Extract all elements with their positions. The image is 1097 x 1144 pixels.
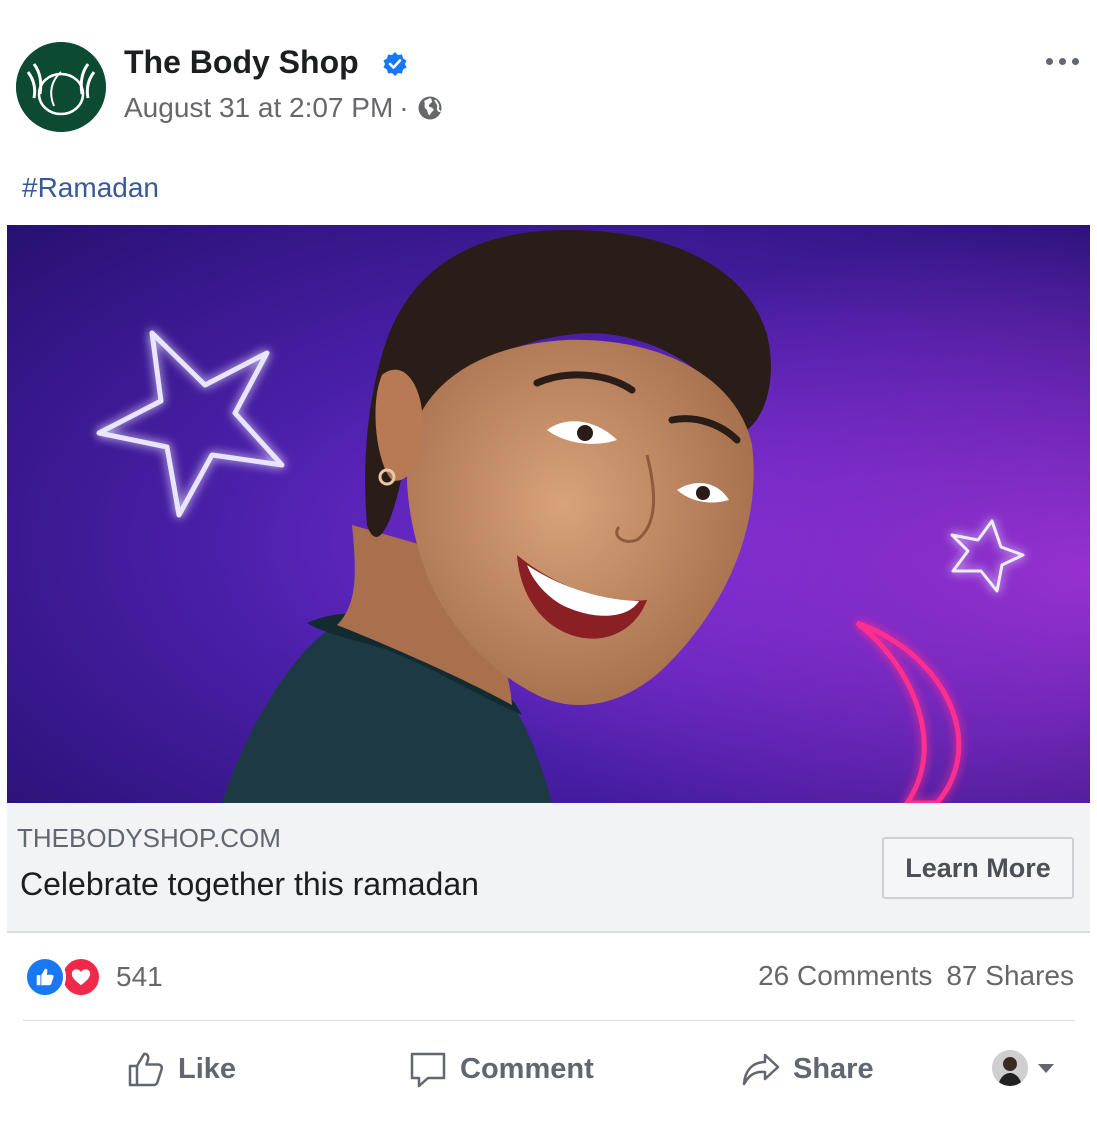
post-as-selector[interactable] [992, 1050, 1054, 1086]
like-label: Like [178, 1052, 237, 1085]
reactions-summary[interactable]: 541 [24, 956, 163, 998]
comment-bubble-icon [410, 1052, 446, 1088]
page-name[interactable]: The Body Shop [124, 44, 359, 81]
learn-more-button[interactable]: Learn More [882, 837, 1074, 899]
chevron-down-icon [1038, 1063, 1054, 1073]
love-reaction-icon [60, 956, 102, 998]
page-avatar[interactable] [16, 42, 106, 132]
facebook-post: The Body Shop August 31 at 2:07 PM · #Ra… [0, 0, 1097, 1144]
like-button[interactable]: Like [126, 1040, 236, 1098]
dot [1058, 57, 1066, 65]
share-label: Share [793, 1052, 874, 1085]
share-button[interactable]: Share [741, 1040, 874, 1098]
comment-button[interactable]: Comment [408, 1040, 594, 1098]
verified-badge-icon [383, 52, 407, 76]
comment-label: Comment [460, 1052, 594, 1085]
share-arrow-icon [742, 1053, 780, 1086]
reaction-count: 541 [116, 961, 163, 992]
ramadan-portrait-image [7, 225, 1090, 803]
more-options-icon[interactable] [1040, 48, 1084, 74]
post-timestamp[interactable]: August 31 at 2:07 PM [124, 92, 393, 124]
hashtag-link[interactable]: #Ramadan [22, 172, 159, 204]
post-image[interactable] [7, 225, 1090, 803]
dot [1045, 57, 1053, 65]
user-avatar [992, 1050, 1028, 1086]
dot [1071, 57, 1079, 65]
shares-count[interactable]: 87 Shares [946, 960, 1074, 992]
meta-separator: · [399, 92, 409, 123]
engagement-counts: 26 Comments 87 Shares [758, 960, 1074, 992]
globe-icon[interactable] [417, 95, 443, 121]
link-preview[interactable]: THEBODYSHOP.COM Celebrate together this … [7, 803, 1090, 933]
link-domain: THEBODYSHOP.COM [17, 823, 281, 853]
post-meta: August 31 at 2:07 PM · [124, 92, 443, 124]
like-reaction-icon [24, 956, 66, 998]
actions-divider [23, 1020, 1075, 1021]
thumbs-up-icon [128, 1052, 164, 1087]
comments-count[interactable]: 26 Comments [758, 960, 932, 992]
body-shop-logo-icon [16, 42, 106, 132]
link-title[interactable]: Celebrate together this ramadan [20, 866, 479, 903]
